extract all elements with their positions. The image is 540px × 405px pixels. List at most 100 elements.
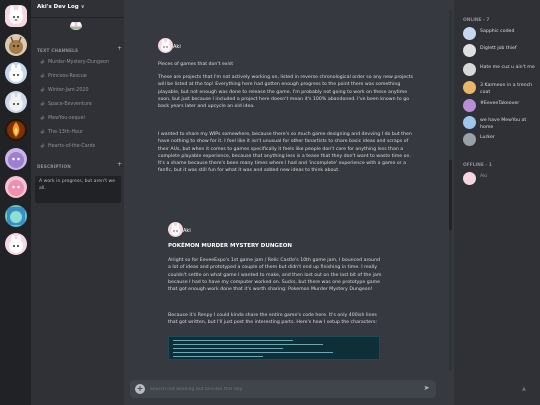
server-icon-bunny-blue[interactable] bbox=[5, 62, 27, 84]
avatar-icon bbox=[463, 99, 476, 112]
hash-icon: # bbox=[40, 73, 46, 80]
message-paragraph: Alright so for EeveeExpo's 1st game jam … bbox=[168, 258, 382, 293]
message-line: Pieces of games that don't exist bbox=[158, 62, 234, 67]
member-list: ONLINE - 7 Sapphic coded Diglett job thi… bbox=[454, 0, 540, 405]
add-plus-icon[interactable]: + bbox=[117, 161, 122, 168]
fire-icon bbox=[7, 121, 25, 139]
channel-hearts-of-the-cards[interactable]: # Hearts-of-the-Cards bbox=[35, 141, 121, 152]
member-name: Hate me cuz u ain't me bbox=[480, 65, 535, 70]
server-icon-aki-dev-log[interactable] bbox=[5, 5, 27, 27]
server-icon-pink[interactable] bbox=[5, 176, 27, 198]
attach-plus-icon[interactable]: + bbox=[135, 384, 145, 394]
member-item[interactable]: #EeveeTakeover bbox=[463, 98, 539, 114]
server-icon-purple[interactable] bbox=[5, 148, 27, 170]
code-line bbox=[173, 344, 323, 345]
member-item[interactable]: Lurker bbox=[463, 132, 539, 148]
member-name: we have MewYou at home bbox=[480, 118, 527, 130]
scrollbar-thumb[interactable] bbox=[449, 160, 452, 230]
hash-icon: # bbox=[40, 59, 46, 66]
message-paragraph: These are projects that I'm not actively… bbox=[158, 75, 414, 110]
bunny-avatar-icon bbox=[161, 39, 170, 52]
channel-label: Murder-Mystery-Dungeon bbox=[48, 60, 110, 65]
bunny-avatar-icon bbox=[463, 27, 476, 40]
channel-space-eevventure[interactable]: # Space-Eevventure bbox=[35, 99, 121, 110]
member-item[interactable]: 3 Karmeon in a trench coat bbox=[463, 80, 539, 100]
server-icon-deer[interactable] bbox=[5, 34, 27, 56]
server-name: Aki's Dev Log bbox=[37, 4, 79, 10]
avatar-icon bbox=[463, 133, 476, 146]
channel-label: Princess-Rescue bbox=[48, 74, 87, 79]
post-heading: POKÉMON MURDER MYSTERY DUNGEON bbox=[168, 243, 292, 249]
channel-the-13th-hour[interactable]: # The-13th-Hour bbox=[35, 127, 121, 138]
hash-icon: # bbox=[40, 115, 46, 122]
server-banner-icon bbox=[70, 22, 82, 30]
message-paragraph: Because it's Renpy I could kinda share t… bbox=[168, 313, 378, 326]
channel-murder-mystery-dungeon[interactable]: # Murder-Mystery-Dungeon bbox=[35, 57, 121, 68]
channel-label: The-13th-Hour bbox=[48, 130, 83, 135]
server-icon-bunny-white[interactable] bbox=[5, 91, 27, 113]
send-icon[interactable]: ➤ bbox=[422, 384, 431, 393]
member-item[interactable]: Aki bbox=[463, 171, 539, 187]
code-screenshot-image[interactable] bbox=[168, 336, 380, 360]
message-paragraph: I wanted to share my WIPs somewhere, bec… bbox=[158, 132, 412, 174]
pink-bunny-icon bbox=[9, 6, 23, 24]
member-name: Sapphic coded bbox=[480, 29, 515, 34]
hash-icon: # bbox=[40, 129, 46, 136]
channel-label: Hearts-of-the-Cards bbox=[48, 144, 96, 149]
code-line bbox=[173, 340, 293, 341]
member-name: Aki bbox=[480, 174, 488, 179]
member-name: Diglett job thief bbox=[480, 46, 517, 51]
channel-winter-jam-2020[interactable]: # Winter-Jam-2020 bbox=[35, 85, 121, 96]
server-rail bbox=[0, 0, 31, 405]
bunny-avatar-icon bbox=[463, 172, 476, 185]
code-line bbox=[173, 352, 333, 353]
code-line bbox=[173, 356, 263, 357]
online-header: ONLINE - 7 bbox=[463, 18, 490, 23]
channel-label: Space-Eevventure bbox=[48, 102, 92, 107]
teal-creature-icon bbox=[7, 207, 25, 225]
avatar-icon bbox=[463, 81, 476, 94]
message-area: Aki Pieces of games that don't exist The… bbox=[124, 0, 454, 405]
hash-icon: # bbox=[40, 87, 46, 94]
discord-app: Aki's Dev Log ∨ TEXT CHANNELS + # Murder-… bbox=[0, 0, 540, 405]
channel-princess-rescue[interactable]: # Princess-Rescue bbox=[35, 71, 121, 82]
offline-header: OFFLINE - 1 bbox=[463, 163, 492, 168]
avatar-icon bbox=[463, 116, 476, 129]
description-category[interactable]: DESCRIPTION bbox=[37, 164, 71, 169]
hash-icon: # bbox=[40, 101, 46, 108]
pink-creature-icon bbox=[8, 180, 24, 196]
server-icon-bunny-pink[interactable] bbox=[5, 233, 27, 255]
avatar-icon bbox=[463, 63, 476, 76]
member-name: #EeveeTakeover bbox=[480, 101, 520, 106]
avatar[interactable] bbox=[158, 38, 173, 53]
member-name: Lurker bbox=[480, 135, 495, 140]
member-name: 3 Karmeon in a trench coat bbox=[480, 83, 533, 95]
server-icon-teal[interactable] bbox=[5, 205, 27, 227]
add-channel-plus-icon[interactable]: + bbox=[117, 45, 122, 52]
scroll-up-icon[interactable]: ▲ bbox=[522, 386, 526, 392]
server-icon-fire[interactable] bbox=[5, 119, 27, 141]
bunny-icon bbox=[9, 64, 23, 82]
member-item[interactable]: Diglett job thief bbox=[463, 43, 539, 59]
channel-label: MewYou-sequel bbox=[48, 116, 85, 121]
channel-sidebar: Aki's Dev Log ∨ TEXT CHANNELS + # Murder-… bbox=[31, 0, 124, 405]
server-description: A work in progress, but aren't we all. bbox=[35, 176, 121, 203]
avatar[interactable] bbox=[168, 222, 183, 237]
bunny-icon bbox=[9, 93, 23, 111]
server-header[interactable]: Aki's Dev Log ∨ bbox=[31, 0, 124, 18]
avatar-icon bbox=[463, 44, 476, 57]
text-channels-category[interactable]: TEXT CHANNELS bbox=[37, 48, 78, 53]
member-item[interactable]: Sapphic coded bbox=[463, 26, 539, 42]
member-item[interactable]: Hate me cuz u ain't me bbox=[463, 62, 539, 78]
message-composer: + ➤ bbox=[130, 380, 436, 398]
message-author[interactable]: Aki bbox=[183, 228, 191, 234]
message-author[interactable]: Aki bbox=[173, 44, 181, 50]
channel-label: Winter-Jam-2020 bbox=[48, 88, 89, 93]
bunny-icon bbox=[9, 235, 23, 253]
hash-icon: # bbox=[40, 143, 46, 150]
deer-icon bbox=[9, 36, 23, 54]
message-input[interactable] bbox=[150, 385, 410, 393]
bunny-avatar-icon bbox=[171, 223, 180, 236]
code-line bbox=[173, 348, 283, 349]
channel-mewyou-sequel[interactable]: # MewYou-sequel bbox=[35, 113, 121, 124]
